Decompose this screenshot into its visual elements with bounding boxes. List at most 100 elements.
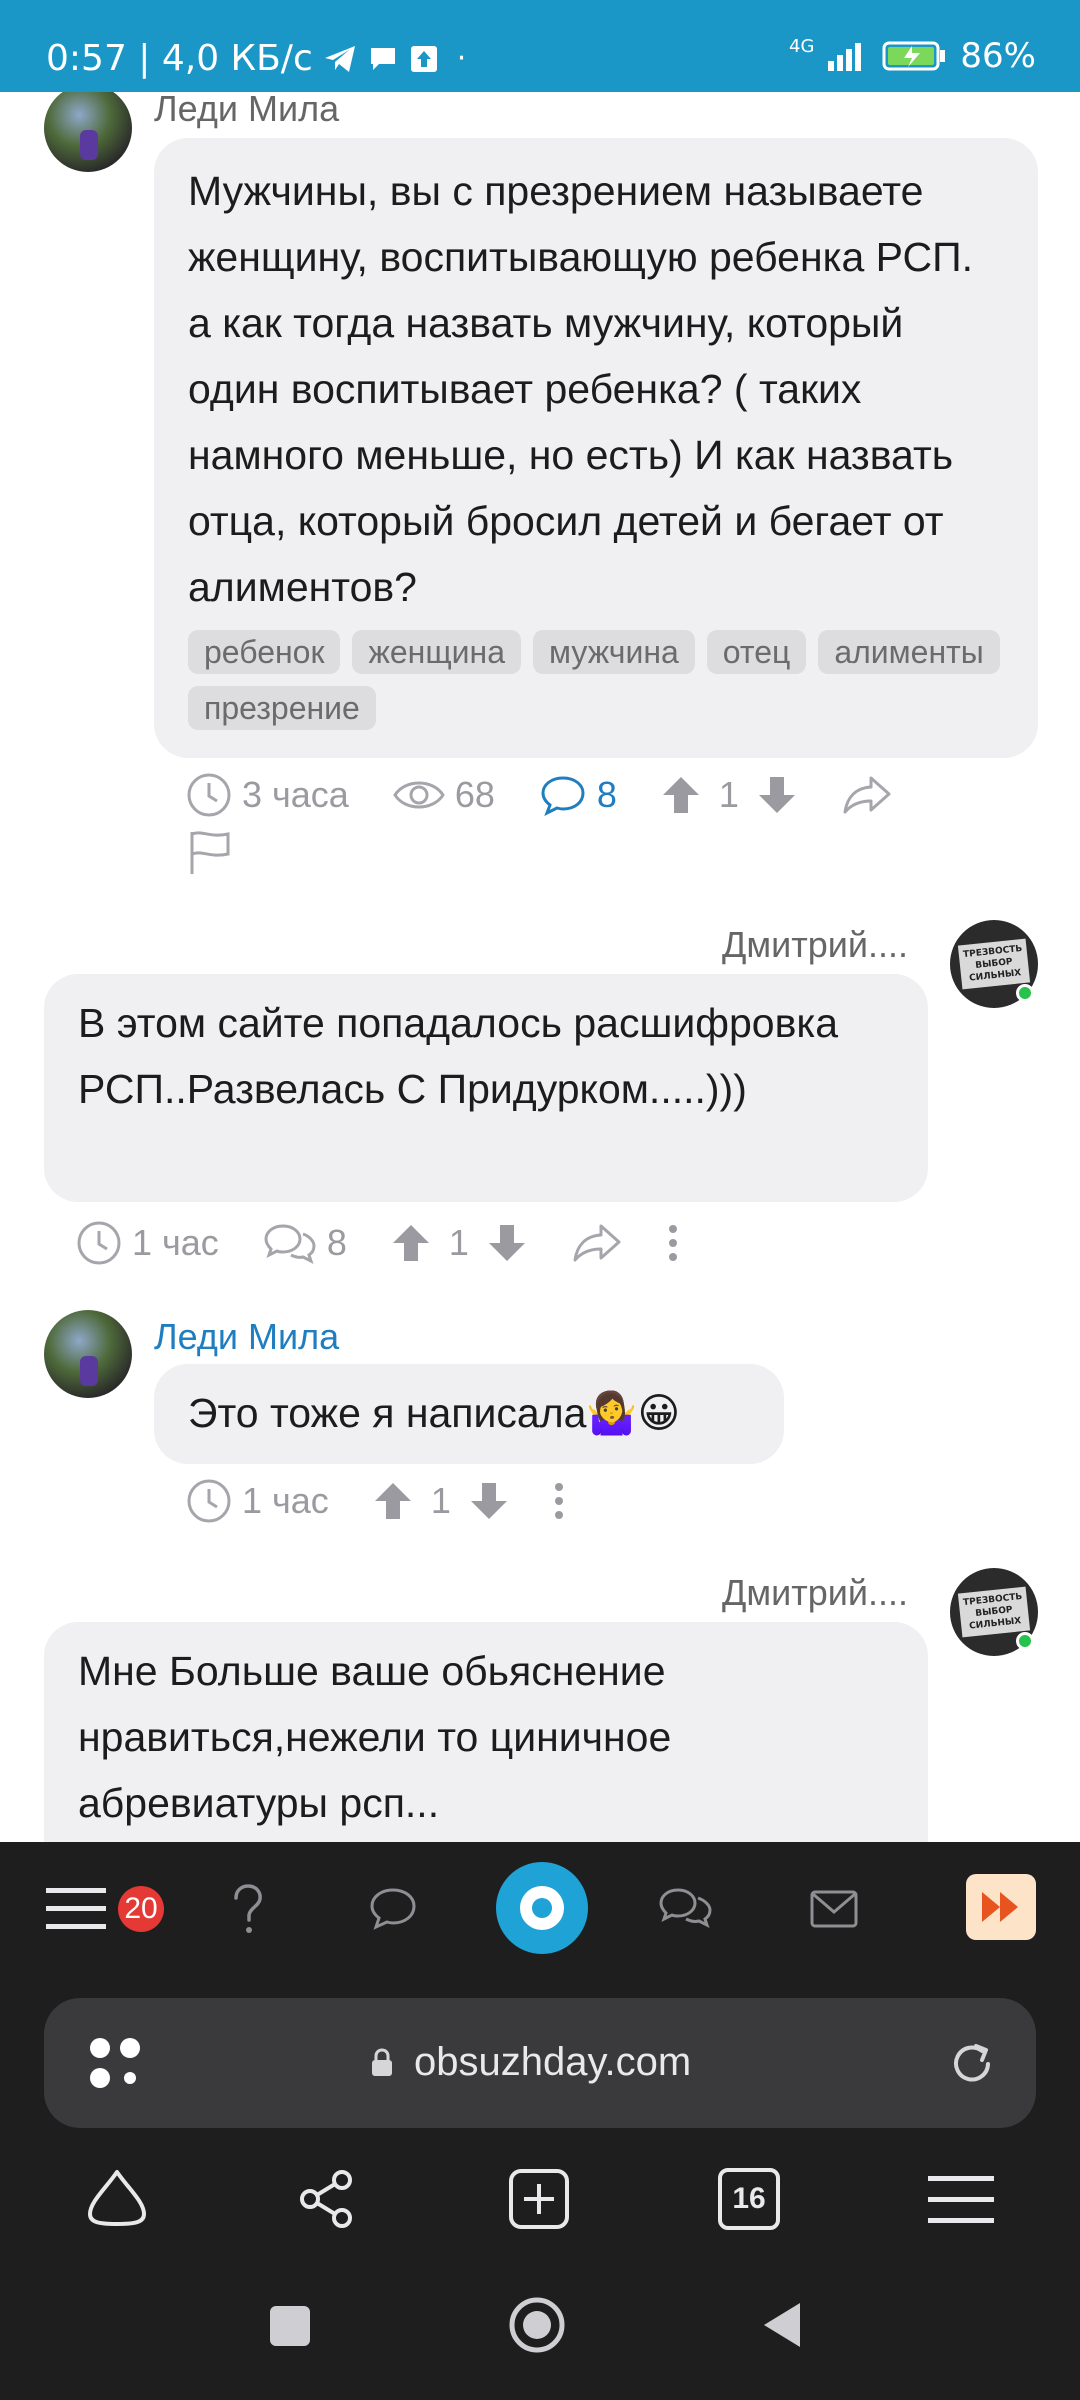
post-meta: 3 часа 68 8 1	[186, 772, 893, 818]
rating-count: 1	[430, 1480, 451, 1521]
lock-icon	[372, 2048, 392, 2076]
dot-icon: ·	[456, 41, 467, 76]
signal-icon	[828, 43, 862, 71]
author-name[interactable]: Леди Мила	[154, 92, 339, 130]
notification-badge: 20	[118, 1886, 164, 1932]
comments-icon	[264, 1224, 316, 1264]
question-icon[interactable]	[228, 1884, 268, 1936]
tag[interactable]: алименты	[818, 630, 1000, 674]
address-bar[interactable]: obsuzhday.com	[44, 1998, 1036, 2128]
vote-controls: 1	[391, 1222, 527, 1264]
post-bubble: Мне Больше ваше обьяснение нравиться,неж…	[44, 1622, 928, 1842]
comment-count: 8	[596, 774, 617, 815]
back-button[interactable]	[760, 2300, 804, 2350]
apps-grid-icon[interactable]	[86, 2034, 146, 2094]
post-meta: 1 час 1	[186, 1478, 565, 1524]
network-type: 4G	[789, 35, 815, 57]
discussion-feed[interactable]: Леди Мила Мужчины, вы с презрением назыв…	[0, 92, 1080, 1842]
vote-controls: 1	[661, 774, 797, 816]
tabs-count: 16	[732, 2182, 766, 2215]
tabs-button[interactable]: 16	[718, 2168, 780, 2230]
battery-icon	[882, 41, 946, 71]
browser-home-icon[interactable]	[84, 2168, 150, 2228]
post-time: 3 часа	[242, 774, 349, 815]
clock-icon	[187, 773, 231, 817]
flag-icon[interactable]	[186, 828, 234, 876]
time-item: 3 часа	[186, 772, 349, 818]
eye-icon	[393, 781, 445, 809]
avatar-sign: ТРЕЗВОСТЬ ВЫБОР СИЛЬНЫХ	[957, 1586, 1031, 1638]
tag[interactable]: ребенок	[188, 630, 341, 674]
post-text: Мужчины, вы с презрением называете женщи…	[188, 168, 974, 610]
avatar[interactable]	[44, 1310, 132, 1398]
clock-icon	[187, 1479, 231, 1523]
reload-icon[interactable]	[948, 2040, 996, 2088]
view-count: 68	[454, 774, 495, 815]
author-name[interactable]: Дмитрий....	[722, 924, 908, 966]
post-meta: 1 час 8 1	[76, 1220, 679, 1266]
tag[interactable]: презрение	[188, 686, 376, 730]
post-bubble: Это тоже я написала🤷‍♀️😀	[154, 1364, 784, 1464]
upvote-icon[interactable]	[373, 1481, 413, 1521]
more-options-icon[interactable]	[667, 1223, 679, 1263]
share-icon[interactable]	[841, 774, 893, 816]
more-options-icon[interactable]	[553, 1481, 565, 1521]
new-tab-icon[interactable]	[508, 2168, 570, 2230]
author-name[interactable]: Леди Мила	[154, 1316, 339, 1358]
avatar[interactable]	[44, 92, 132, 172]
downvote-icon[interactable]	[469, 1481, 509, 1521]
tag[interactable]: отец	[706, 630, 807, 674]
online-indicator	[1016, 1632, 1034, 1650]
post-bubble: Мужчины, вы с презрением называете женщи…	[154, 138, 1038, 758]
post-time: 1 час	[132, 1222, 219, 1263]
comment-icon	[541, 776, 585, 816]
browser-chrome: obsuzhday.com 16	[0, 1976, 1080, 2400]
fast-forward-button[interactable]	[966, 1874, 1036, 1940]
site-navigation-bar: 20	[0, 1842, 1080, 1976]
author-name[interactable]: Дмитрий....	[722, 1572, 908, 1614]
tag[interactable]: женщина	[352, 630, 522, 674]
discussions-icon[interactable]	[658, 1886, 714, 1932]
views-item: 68	[393, 774, 495, 816]
telegram-icon	[324, 45, 355, 72]
avatar-sign: ТРЕЗВОСТЬ ВЫБОР СИЛЬНЫХ	[957, 938, 1031, 990]
tag[interactable]: мужчина	[533, 630, 695, 674]
online-indicator	[1016, 984, 1034, 1002]
clock-icon	[77, 1221, 121, 1265]
chat-bubble-icon	[370, 47, 395, 70]
downvote-icon[interactable]	[757, 775, 797, 815]
mail-icon[interactable]	[810, 1890, 858, 1928]
status-time-speed: 0:57 | 4,0 КБ/с	[46, 38, 313, 79]
upvote-icon[interactable]	[661, 775, 701, 815]
chat-icon[interactable]	[368, 1886, 418, 1932]
battery-level: 86%	[960, 36, 1036, 76]
comments-button[interactable]: 8	[263, 1222, 347, 1264]
upvote-icon[interactable]	[391, 1223, 431, 1263]
post-bubble: В этом сайте попадалось расшифровка РСП.…	[44, 974, 928, 1202]
vote-controls: 1	[373, 1480, 509, 1522]
comments-button[interactable]: 8	[539, 774, 617, 816]
share-network-icon[interactable]	[296, 2168, 358, 2230]
tag-list: ребенок женщина мужчина отец алименты пр…	[188, 630, 1004, 730]
url-text[interactable]: obsuzhday.com	[414, 2040, 691, 2085]
browser-menu-icon[interactable]	[928, 2174, 994, 2226]
downvote-icon[interactable]	[487, 1223, 527, 1263]
rating-count: 1	[448, 1222, 469, 1263]
status-left: 0:57 | 4,0 КБ/с ·	[46, 38, 466, 79]
fast-forward-icon	[982, 1892, 1018, 1922]
post-text: Мне Больше ваше обьяснение нравиться,неж…	[78, 1648, 672, 1826]
recent-apps-button[interactable]	[270, 2306, 310, 2346]
upload-icon	[410, 45, 437, 72]
menu-icon[interactable]	[46, 1884, 106, 1934]
time-item: 1 час	[76, 1220, 219, 1266]
status-right: 4G 86%	[789, 35, 1036, 77]
site-logo[interactable]	[496, 1862, 588, 1954]
post-text: В этом сайте попадалось расшифровка РСП.…	[78, 1000, 839, 1112]
post-text: Это тоже я написала🤷‍♀️😀	[188, 1390, 681, 1436]
comment-count: 8	[326, 1222, 347, 1263]
status-bar: 0:57 | 4,0 КБ/с · 4G 86%	[0, 0, 1080, 92]
time-item: 1 час	[186, 1478, 329, 1524]
post-time: 1 час	[242, 1480, 329, 1521]
share-icon[interactable]	[571, 1222, 623, 1264]
home-button[interactable]	[508, 2296, 566, 2354]
